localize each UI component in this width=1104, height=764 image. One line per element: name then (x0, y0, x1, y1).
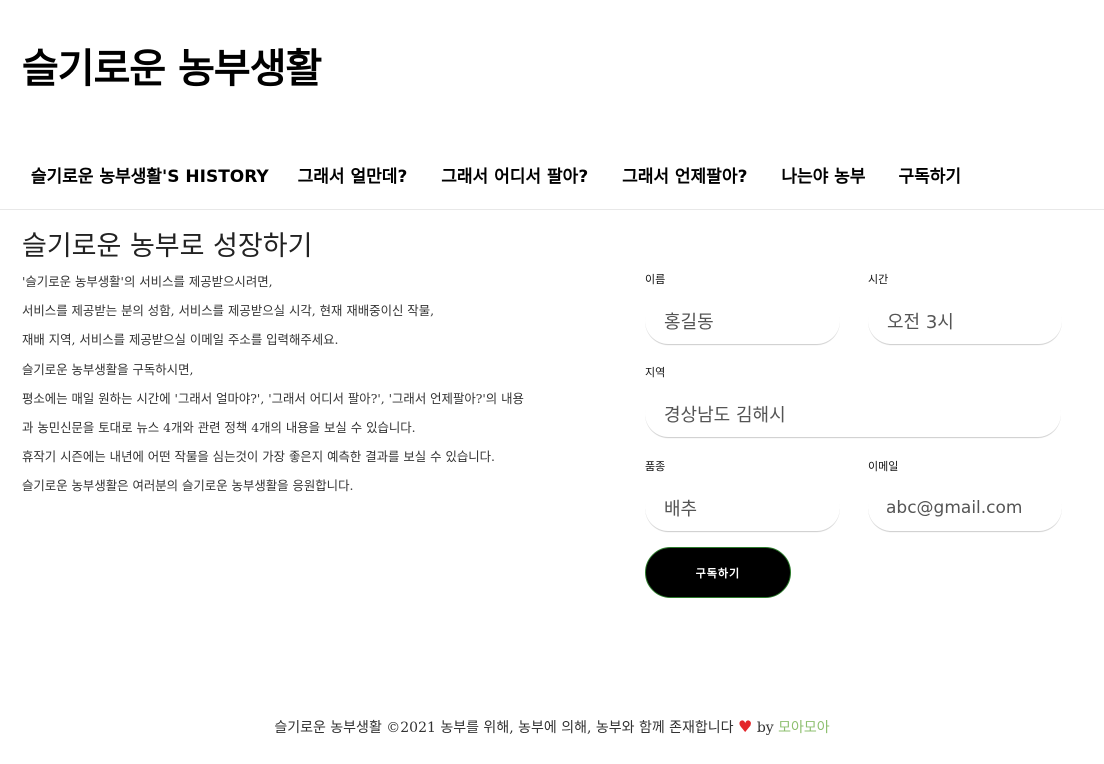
heart-icon: ♥ (738, 717, 753, 736)
time-label: 시간 (868, 273, 889, 286)
nav-item-subscribe[interactable]: 구독하기 (899, 162, 962, 187)
site-title[interactable]: 슬기로운 농부생활 (22, 36, 322, 94)
footer-text: 슬기로운 농부생활 ©2021 농부를 위해, 농부에 의해, 농부와 함께 존… (274, 720, 734, 736)
region-label: 지역 (645, 366, 666, 379)
nav-item-price[interactable]: 그래서 얼만데? (298, 162, 408, 187)
name-field[interactable]: 홍길동 (645, 297, 840, 344)
time-field[interactable]: 오전 3시 (868, 297, 1062, 344)
email-field[interactable]: abc@gmail.com (868, 484, 1062, 531)
nav-item-where[interactable]: 그래서 어디서 팔아? (441, 162, 588, 187)
footer-by: by (756, 720, 774, 736)
description-line: 슬기로운 농부생활은 여러분의 슬기로운 농부생활을 응원합니다. (22, 478, 354, 494)
description-line: 슬기로운 농부생활을 구독하시면, (22, 361, 194, 377)
footer: 슬기로운 농부생활 ©2021 농부를 위해, 농부에 의해, 농부와 함께 존… (0, 717, 1104, 737)
description-line: '슬기로운 농부생활'의 서비스를 제공받으시려면, (22, 274, 273, 289)
name-label: 이름 (645, 273, 666, 286)
description-line: 평소에는 매일 원하는 시간에 '그래서 얼마야?', '그래서 어디서 팔아?… (22, 390, 524, 406)
service-description: '슬기로운 농부생활'의 서비스를 제공받으시려면, 서비스를 제공받는 분의 … (22, 271, 622, 505)
footer-author-link[interactable]: 모아모아 (778, 720, 830, 736)
description-line: 과 농민신문을 토대로 뉴스 4개와 관련 정책 4개의 내용을 보실 수 있습… (22, 419, 416, 435)
nav-item-farmer[interactable]: 나는야 농부 (781, 162, 865, 187)
subscribe-button[interactable]: 구독하기 (645, 547, 791, 598)
description-line: 재배 지역, 서비스를 제공받으실 이메일 주소를 입력해주세요. (22, 332, 339, 348)
nav-item-when[interactable]: 그래서 언제팔아? (622, 162, 747, 187)
crop-field[interactable]: 배추 (645, 484, 840, 531)
header-divider (0, 209, 1104, 210)
crop-label: 품종 (645, 460, 666, 473)
section-title: 슬기로운 농부로 성장하기 (22, 231, 313, 262)
description-line: 서비스를 제공받는 분의 성함, 서비스를 제공받으실 시각, 현재 재배중이신… (22, 303, 435, 319)
description-line: 휴작기 시즌에는 내년에 어떤 작물을 심는것이 가장 좋은지 예측한 결과를 … (22, 449, 495, 465)
email-label: 이메일 (868, 460, 899, 473)
region-field[interactable]: 경상남도 김해시 (645, 390, 1061, 437)
main-nav: 슬기로운 농부생활'S HISTORY 그래서 얼만데? 그래서 어디서 팔아?… (22, 160, 961, 188)
nav-item-history[interactable]: 슬기로운 농부생활'S HISTORY (31, 162, 269, 187)
